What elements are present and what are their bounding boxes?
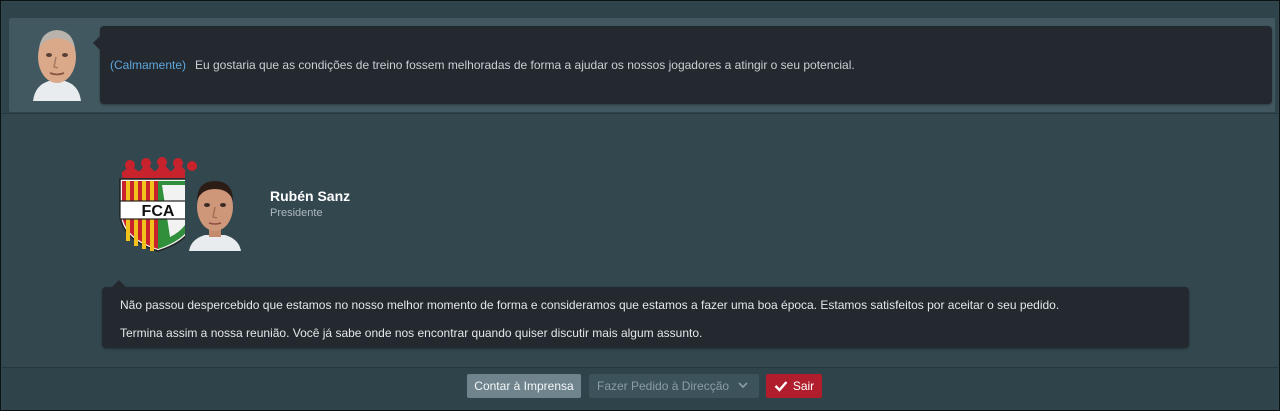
manager-panel: (Calmamente) Eu gostaria que as condiçõe… [9,18,1275,112]
action-bar: Contar à Imprensa Fazer Pedido à Direcçã… [2,367,1278,410]
tell-press-label: Contar à Imprensa [474,379,574,393]
president-name: Rubén Sanz [270,188,351,204]
president-speech-bubble: Não passou despercebido que estamos no n… [102,280,1189,348]
president-response-line: Não passou despercebido que estamos no n… [120,298,1060,312]
exit-button[interactable]: Sair [766,374,822,398]
board-request-label: Fazer Pedido à Direcção [597,379,730,393]
manager-statement: Eu gostaria que as condições de treino f… [195,58,855,72]
exit-label: Sair [792,379,815,393]
chevron-down-icon [738,382,748,389]
manager-avatar [27,23,87,101]
manager-section: (Calmamente) Eu gostaria que as condiçõe… [2,2,1278,114]
manager-speech-bubble: (Calmamente) Eu gostaria que as condiçõe… [93,26,1272,104]
president-section: FCA Rubén Sanz Presidente Não passou des… [2,115,1278,367]
president-response-line: Termina assim a nossa reunião. Você já s… [120,326,703,340]
board-request-dropdown[interactable]: Fazer Pedido à Direcção [589,374,759,398]
crest-letters: FCA [142,203,175,220]
check-icon [774,381,788,392]
president-role: Presidente [270,207,323,219]
president-avatar [185,171,245,251]
tell-press-button[interactable]: Contar à Imprensa [467,374,581,398]
conversation-window: (Calmamente) Eu gostaria que as condiçõe… [0,0,1280,411]
manager-tone: (Calmamente) [110,58,187,72]
